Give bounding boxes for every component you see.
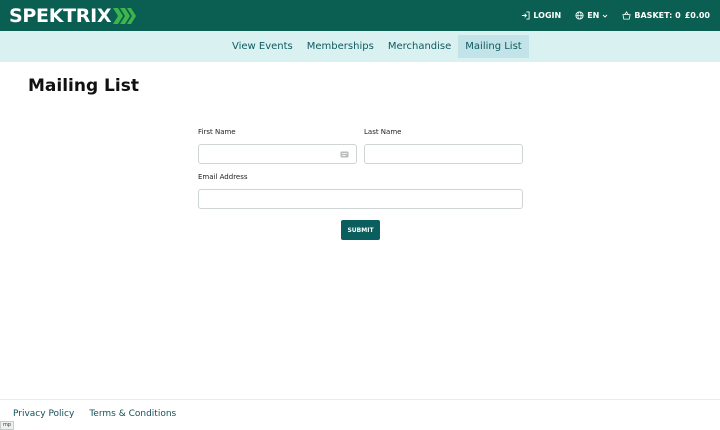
- first-name-field[interactable]: [198, 144, 357, 164]
- last-name-field[interactable]: [364, 144, 523, 164]
- nav-item-view-events[interactable]: View Events: [225, 35, 300, 58]
- first-name-label: First Name: [198, 128, 236, 136]
- submit-button[interactable]: SUBMIT: [341, 220, 380, 240]
- corner-tag[interactable]: mp: [0, 421, 15, 430]
- basket-total: £0.00: [684, 11, 710, 20]
- spektrix-logo[interactable]: SPEKTRIX: [9, 5, 137, 27]
- terms-conditions-link[interactable]: Terms & Conditions: [89, 409, 176, 419]
- chevron-down-icon: [603, 14, 608, 18]
- nav-items: View Events Memberships Merchandise Mail…: [225, 35, 529, 58]
- page-title: Mailing List: [28, 76, 139, 96]
- nav-item-merchandise[interactable]: Merchandise: [381, 35, 458, 58]
- logo-chevrons-icon: [113, 8, 137, 24]
- site-header: SPEKTRIX LOGIN EN BASKET: 0 £0.00: [0, 0, 720, 31]
- nav-item-mailing-list[interactable]: Mailing List: [458, 35, 529, 58]
- login-icon: [522, 11, 530, 20]
- basket-link[interactable]: BASKET: 0 £0.00: [622, 11, 710, 20]
- privacy-policy-link[interactable]: Privacy Policy: [13, 409, 74, 419]
- login-link[interactable]: LOGIN: [521, 11, 561, 20]
- basket-label: BASKET: 0: [634, 11, 681, 20]
- main-nav: View Events Memberships Merchandise Mail…: [0, 31, 720, 62]
- language-label: EN: [587, 11, 600, 20]
- footer-links: Privacy Policy Terms & Conditions: [13, 409, 191, 419]
- email-label: Email Address: [198, 173, 248, 181]
- last-name-label: Last Name: [364, 128, 402, 136]
- nav-item-memberships[interactable]: Memberships: [300, 35, 381, 58]
- header-actions: LOGIN EN BASKET: 0 £0.00: [507, 0, 710, 31]
- autofill-contact-icon[interactable]: [340, 150, 349, 159]
- basket-icon: [622, 11, 631, 20]
- globe-icon: [575, 11, 584, 20]
- email-field[interactable]: [198, 189, 523, 209]
- login-label: LOGIN: [533, 11, 562, 20]
- logo-text: SPEKTRIX: [9, 5, 112, 27]
- footer-divider: [0, 399, 720, 400]
- language-selector[interactable]: EN: [575, 11, 608, 20]
